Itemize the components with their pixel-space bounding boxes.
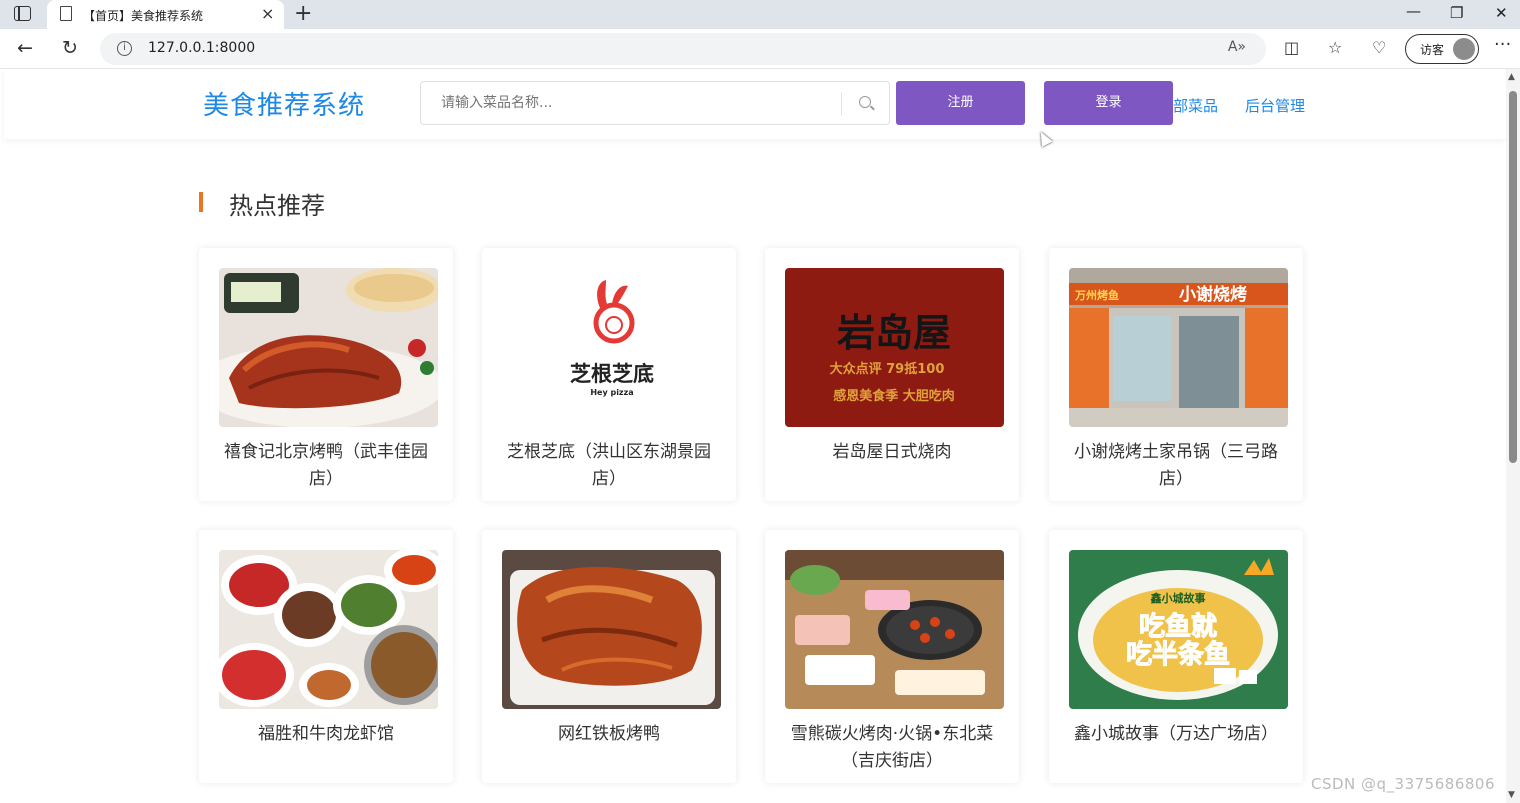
- profile-label: 访客: [1420, 43, 1445, 57]
- food-name[interactable]: 禧食记北京烤鸭（武丰佳园店）: [213, 439, 439, 493]
- section-accent-bar: [199, 192, 203, 212]
- new-tab-icon[interactable]: +: [294, 2, 312, 26]
- fish-brand: 鑫小城故事: [1150, 591, 1206, 605]
- section-title: 热点推荐: [229, 192, 325, 220]
- search-input[interactable]: [422, 83, 840, 123]
- browser-tab[interactable]: 【首页】美食推荐系统 ×: [47, 0, 284, 29]
- food-card[interactable]: 芝根芝底 Hey pizza 芝根芝底（洪山区东湖景园店）: [482, 248, 736, 501]
- site-logo[interactable]: 美食推荐系统: [203, 85, 365, 122]
- profile-button[interactable]: 访客: [1405, 34, 1479, 64]
- refresh-icon[interactable]: ↻: [62, 37, 78, 59]
- food-name[interactable]: 网红铁板烤鸭: [496, 721, 722, 748]
- food-name[interactable]: 芝根芝底（洪山区东湖景园店）: [496, 439, 722, 493]
- scroll-up-icon[interactable]: ▲: [1508, 72, 1515, 82]
- food-name[interactable]: 小谢烧烤土家吊锅（三弓路店）: [1063, 439, 1289, 493]
- scroll-down-icon[interactable]: ▼: [1508, 790, 1515, 800]
- search-divider: [841, 92, 842, 116]
- food-card[interactable]: 鑫小城故事 吃鱼就 吃半条鱼 鑫小城故事（万达广场店）: [1049, 530, 1303, 783]
- food-card[interactable]: 雪熊碳火烤肉·火锅•东北菜（吉庆街店）: [765, 530, 1019, 783]
- store-sign-left: 万州烤鱼: [1074, 288, 1119, 302]
- scrollbar-thumb[interactable]: [1509, 91, 1517, 463]
- search-box: [420, 81, 890, 125]
- minimize-icon[interactable]: —: [1406, 1, 1421, 21]
- site-info-icon[interactable]: i: [117, 41, 132, 56]
- food-card[interactable]: 福胜和牛肉龙虾馆: [199, 530, 453, 783]
- fish-slogan-2: 吃半条鱼: [1126, 640, 1230, 670]
- food-image-dishes[interactable]: [219, 550, 438, 709]
- url-text[interactable]: 127.0.0.1:8000: [148, 40, 255, 56]
- food-image-hey-pizza-logo[interactable]: 芝根芝底 Hey pizza: [502, 268, 721, 427]
- register-button[interactable]: 注册: [896, 81, 1025, 125]
- tab-title: 【首页】美食推荐系统: [83, 9, 204, 23]
- more-menu-icon[interactable]: ···: [1494, 34, 1511, 55]
- avatar-icon: [1453, 38, 1475, 60]
- fish-slogan-1: 吃鱼就: [1139, 612, 1217, 642]
- browser-essentials-icon[interactable]: ♡: [1372, 38, 1386, 57]
- favorites-icon[interactable]: ☆: [1328, 38, 1342, 57]
- food-image-roast-duck-plate[interactable]: [502, 550, 721, 709]
- browser-tab-bar: 【首页】美食推荐系统 × + — ❐ ✕: [0, 0, 1520, 29]
- pizza-logo-en: Hey pizza: [590, 388, 633, 397]
- site-header: 美食推荐系统 全部菜品 后台管理 注册 登录: [4, 69, 1506, 139]
- login-button[interactable]: 登录: [1044, 81, 1173, 125]
- yandaowu-promo-2: 感恩美食季 大胆吃肉: [833, 388, 955, 404]
- food-card[interactable]: 网红铁板烤鸭: [482, 530, 736, 783]
- food-image-roast-duck[interactable]: [219, 268, 438, 427]
- sidebar-toggle-icon[interactable]: [14, 6, 31, 21]
- food-name[interactable]: 福胜和牛肉龙虾馆: [213, 721, 439, 748]
- address-bar[interactable]: i 127.0.0.1:8000 A»: [100, 33, 1266, 65]
- page-viewport: 美食推荐系统 全部菜品 后台管理 注册 登录 热点推荐: [0, 69, 1506, 803]
- address-bar-row: ← ↻ i 127.0.0.1:8000 A» ◫ ☆ ♡ 访客 ···: [0, 29, 1520, 69]
- split-screen-icon[interactable]: ◫: [1284, 38, 1299, 57]
- back-icon[interactable]: ←: [17, 37, 33, 59]
- food-name[interactable]: 鑫小城故事（万达广场店）: [1063, 721, 1289, 748]
- page-icon: [60, 6, 72, 21]
- food-image-storefront[interactable]: 万州烤鱼 小谢烧烤: [1069, 268, 1288, 427]
- store-sign-right: 小谢烧烤: [1179, 284, 1247, 305]
- food-card[interactable]: 岩岛屋 大众点评 79抵100 感恩美食季 大胆吃肉 岩岛屋日式烧肉: [765, 248, 1019, 501]
- yandaowu-title: 岩岛屋: [837, 311, 951, 355]
- food-card[interactable]: 万州烤鱼 小谢烧烤 小谢烧烤土家吊锅（三弓路店）: [1049, 248, 1303, 501]
- food-name[interactable]: 岩岛屋日式烧肉: [779, 439, 1005, 466]
- food-image-yandaowu-sign[interactable]: 岩岛屋 大众点评 79抵100 感恩美食季 大胆吃肉: [785, 268, 1004, 427]
- food-image-fish-bowl[interactable]: 鑫小城故事 吃鱼就 吃半条鱼: [1069, 550, 1288, 709]
- window-close-icon[interactable]: ✕: [1495, 3, 1508, 23]
- search-icon[interactable]: [859, 96, 871, 108]
- watermark: CSDN @q_3375686806: [1311, 775, 1495, 793]
- restore-icon[interactable]: ❐: [1450, 3, 1463, 23]
- pizza-logo-cn: 芝根芝底: [570, 362, 654, 386]
- food-card[interactable]: 禧食记北京烤鸭（武丰佳园店）: [199, 248, 453, 501]
- yandaowu-promo-1: 大众点评 79抵100: [830, 361, 945, 377]
- nav-admin[interactable]: 后台管理: [1245, 95, 1305, 116]
- tab-close-icon[interactable]: ×: [261, 4, 274, 24]
- read-aloud-icon[interactable]: A»: [1228, 39, 1246, 55]
- food-name[interactable]: 雪熊碳火烤肉·火锅•东北菜（吉庆街店）: [779, 721, 1005, 775]
- food-image-bbq-table[interactable]: [785, 550, 1004, 709]
